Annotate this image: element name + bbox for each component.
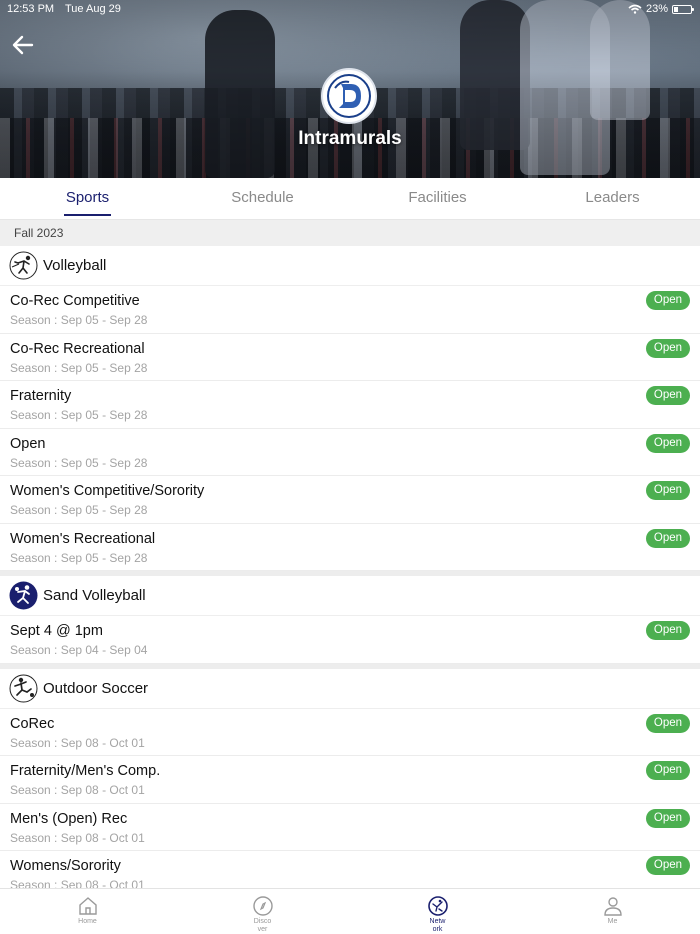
battery-percent: 23%	[645, 3, 668, 15]
league-season: Season : Sep 05 - Sep 28	[10, 360, 148, 375]
status-badge[interactable]: Open	[646, 808, 690, 828]
tab-facilities[interactable]: Facilities	[350, 178, 525, 219]
sport-header: Volleyball	[0, 246, 700, 286]
league-row[interactable]: Men's (Open) Rec Season : Sep 08 - Oct 01…	[0, 804, 700, 851]
league-season: Season : Sep 05 - Sep 28	[10, 503, 148, 517]
tab-underline	[64, 214, 111, 216]
network-icon	[427, 896, 448, 916]
sports-list[interactable]: Volleyball Co-Rec Competitive Season : Sep…	[0, 246, 700, 888]
wifi-icon	[628, 4, 642, 14]
nav-label: Disco ver	[253, 918, 272, 933]
sport-header: Sand Volleyball	[0, 576, 700, 616]
tab-label: Schedule	[231, 189, 294, 206]
league-name: Sept 4 @ 1pm	[10, 623, 103, 639]
league-name: Women's Competitive/Sorority	[10, 483, 205, 499]
tab-label: Facilities	[408, 189, 467, 206]
league-name: CoRec	[10, 715, 55, 732]
nav-discover[interactable]: Disco ver	[175, 889, 350, 934]
status-badge[interactable]: Open	[646, 528, 690, 548]
league-row[interactable]: Co-Rec Recreational Season : Sep 05 - Sep…	[0, 334, 700, 381]
league-row[interactable]: Women's Recreational Season : Sep 05 - Se…	[0, 524, 700, 571]
league-row[interactable]: Fraternity Season : Sep 05 - Sep 28 Open	[0, 381, 700, 429]
nav-home[interactable]: Home	[0, 889, 175, 934]
league-name: Fraternity	[10, 388, 72, 404]
league-name: Co-Rec Recreational	[10, 340, 145, 357]
status-badge[interactable]: Open	[646, 761, 690, 780]
status-badge[interactable]: Open	[646, 291, 690, 310]
term-header: Fall 2023	[0, 220, 700, 246]
soccer-icon	[9, 674, 38, 703]
league-season: Season : Sep 08 - Oct 01	[10, 783, 145, 797]
league-row[interactable]: Open Season : Sep 05 - Sep 28 Open	[0, 429, 700, 476]
league-row[interactable]: Co-Rec Competitive Season : Sep 05 - Sep …	[0, 286, 700, 334]
status-badge[interactable]: Open	[646, 433, 690, 453]
nav-label: Me	[607, 918, 618, 925]
league-season: Season : Sep 05 - Sep 28	[10, 313, 148, 327]
status-badge[interactable]: Open	[646, 386, 690, 405]
league-season: Season : Sep 04 - Sep 04	[10, 643, 148, 657]
sport-name: Outdoor Soccer	[43, 679, 149, 697]
tab-leaders[interactable]: Leaders	[525, 178, 700, 219]
status-badge[interactable]: Open	[646, 856, 690, 875]
league-row[interactable]: Womens/Sorority Season : Sep 08 - Oct 01 O…	[0, 851, 700, 888]
status-badge[interactable]: Open	[646, 621, 690, 640]
volleyball-icon	[9, 251, 38, 280]
back-arrow-icon[interactable]	[10, 33, 36, 57]
league-name: Open	[10, 435, 46, 452]
league-season: Season : Sep 08 - Oct 01	[10, 735, 145, 750]
league-row[interactable]: Women's Competitive/Sorority Season : Sep…	[0, 476, 700, 524]
status-badge[interactable]: Open	[646, 338, 690, 358]
nav-label: Home	[78, 918, 97, 925]
nav-network[interactable]: Netw ork	[350, 889, 525, 934]
tab-sports[interactable]: Sports	[0, 178, 175, 219]
league-season: Season : Sep 05 - Sep 28	[10, 408, 148, 422]
league-row[interactable]: CoRec Season : Sep 08 - Oct 01 Open	[0, 709, 700, 756]
nav-me[interactable]: Me	[525, 889, 700, 934]
home-icon	[78, 897, 97, 915]
league-name: Men's (Open) Rec	[10, 810, 128, 827]
sport-name: Sand Volleyball	[43, 587, 146, 604]
sport-header: Outdoor Soccer	[0, 668, 700, 709]
compass-icon	[252, 896, 273, 916]
status-badge[interactable]: Open	[646, 713, 690, 733]
league-name: Women's Recreational	[10, 530, 156, 547]
nav-label: Netw ork	[429, 918, 446, 933]
tab-label: Leaders	[585, 189, 640, 206]
tab-label: Sports	[65, 189, 110, 206]
status-right: 23%	[628, 3, 694, 15]
school-logo	[321, 68, 377, 124]
bottom-nav: Home Disco ver Netw ork Me	[0, 888, 700, 934]
tab-bar: Sports Schedule Facilities Leaders	[0, 178, 700, 220]
person-icon	[603, 897, 622, 916]
status-time: 12:53 PM	[7, 3, 55, 15]
status-badge[interactable]: Open	[646, 481, 690, 500]
status-bar: 12:53 PM Tue Aug 29 23%	[0, 0, 700, 20]
tab-schedule[interactable]: Schedule	[175, 178, 350, 219]
league-season: Season : Sep 05 - Sep 28	[10, 550, 148, 565]
league-name: Womens/Sorority	[10, 858, 121, 874]
sand-volleyball-icon	[9, 581, 38, 610]
page-title: Intramurals	[298, 128, 402, 149]
league-season: Season : Sep 08 - Oct 01	[10, 830, 145, 845]
header-banner: 12:53 PM Tue Aug 29 23% Intramurals	[0, 0, 700, 178]
league-name: Co-Rec Competitive	[10, 293, 140, 309]
league-season: Season : Sep 05 - Sep 28	[10, 455, 148, 470]
league-row[interactable]: Fraternity/Men's Comp. Season : Sep 08 - …	[0, 756, 700, 804]
status-date: Tue Aug 29	[65, 3, 121, 15]
battery-icon	[672, 4, 694, 14]
league-season: Season : Sep 08 - Oct 01	[10, 878, 145, 888]
dragon-logo-icon	[327, 74, 371, 118]
league-row[interactable]: Sept 4 @ 1pm Season : Sep 04 - Sep 04 Open	[0, 616, 700, 664]
sport-name: Volleyball	[43, 257, 107, 274]
league-name: Fraternity/Men's Comp.	[10, 763, 161, 779]
